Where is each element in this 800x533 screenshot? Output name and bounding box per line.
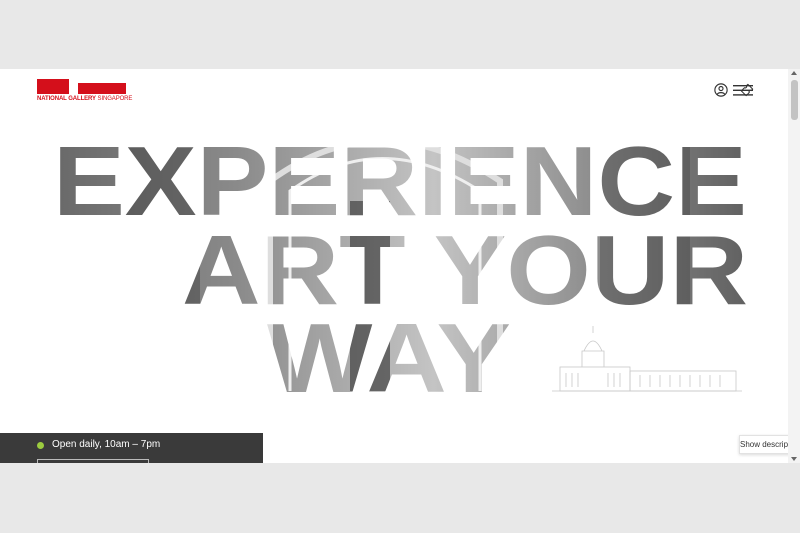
logo-mark-left <box>37 79 69 94</box>
site-logo[interactable]: NATIONAL GALLERY SINGAPORE <box>37 79 132 107</box>
scrollbar[interactable] <box>788 69 800 463</box>
scroll-up-arrow-icon[interactable] <box>791 71 797 75</box>
logo-wordmark: NATIONAL GALLERY SINGAPORE <box>37 96 132 102</box>
building-sketch <box>552 326 742 392</box>
logo-mark-right <box>78 83 126 94</box>
hero-line-3: WAY <box>267 303 511 401</box>
plan-visit-button[interactable] <box>37 459 149 463</box>
hamburger-menu-icon[interactable] <box>733 85 753 96</box>
opening-hours-text: Open daily, 10am – 7pm <box>52 439 161 450</box>
logo-brand-bold: NATIONAL GALLERY <box>37 96 96 102</box>
scroll-down-arrow-icon[interactable] <box>791 457 797 461</box>
user-icon[interactable] <box>714 83 728 97</box>
scrollbar-thumb[interactable] <box>791 80 798 120</box>
logo-brand-light: SINGAPORE <box>95 96 133 102</box>
hero-graphic: EXPERIENCE ART YOUR WAY <box>53 126 748 401</box>
open-status-indicator <box>37 442 44 449</box>
hero-section: EXPERIENCE ART YOUR WAY <box>0 121 788 401</box>
opening-hours-bar: Open daily, 10am – 7pm <box>0 433 263 463</box>
browser-viewport: NATIONAL GALLERY SINGAPORE EXPERIENCE AR… <box>0 69 800 463</box>
